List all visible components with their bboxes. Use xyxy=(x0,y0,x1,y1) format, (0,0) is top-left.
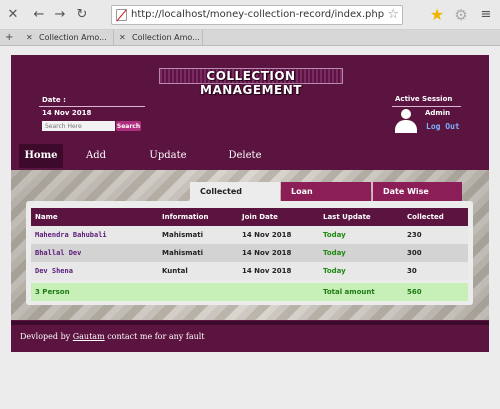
col-join-date-header: Join Date xyxy=(242,213,278,221)
collected-amount: 30 xyxy=(407,267,417,275)
nav-update-balance[interactable]: Update Balance xyxy=(130,144,206,185)
url-text[interactable]: http://localhost/money-collection-record… xyxy=(131,9,384,20)
col-name-header: Name xyxy=(35,213,58,221)
tab-label: Collection Amo... xyxy=(132,33,200,42)
last-update: Today xyxy=(323,249,346,257)
session-divider xyxy=(392,106,461,107)
back-arrow-icon[interactable]: ← xyxy=(30,6,48,24)
tab-collected[interactable]: Collected xyxy=(190,182,280,201)
search-button[interactable]: Search xyxy=(116,121,141,131)
date-divider xyxy=(39,106,145,107)
browser-toolbar: ✕ ← → ↻ http://localhost/money-collectio… xyxy=(0,0,500,30)
app-page: COLLECTION MANAGEMENT Date : 14 Nov 2018… xyxy=(11,55,489,352)
join-date: 14 Nov 2018 xyxy=(242,231,292,239)
person-count: 3 Person xyxy=(35,288,70,296)
current-date: 14 Nov 2018 xyxy=(42,109,92,117)
page-footer: Devloped by Gautam contact me for any fa… xyxy=(20,332,205,341)
reload-icon[interactable]: ↻ xyxy=(73,6,91,24)
tab-loan[interactable]: Loan xyxy=(281,182,371,201)
footer-divider xyxy=(11,321,489,325)
total-amount-label: Total amount xyxy=(323,288,375,296)
author-link[interactable]: Gautam xyxy=(73,332,105,341)
address-bar[interactable]: http://localhost/money-collection-record… xyxy=(111,5,403,25)
site-logo: COLLECTION MANAGEMENT xyxy=(159,68,343,97)
logout-link[interactable]: Log Out xyxy=(426,122,460,131)
insecure-page-icon xyxy=(116,9,127,21)
col-information-header: Information xyxy=(162,213,209,221)
tab-close-icon[interactable]: ✕ xyxy=(119,30,126,46)
table-header-row: Name Information Join Date Last Update C… xyxy=(31,208,468,226)
client-info: Mahismati xyxy=(162,249,204,257)
footer-suffix: contact me for any fault xyxy=(107,332,205,341)
tab-close-icon[interactable]: ✕ xyxy=(26,30,33,46)
client-info: Mahismati xyxy=(162,231,204,239)
nav-add-client[interactable]: Add Client xyxy=(70,144,122,185)
join-date: 14 Nov 2018 xyxy=(242,249,292,257)
nav-delete-client[interactable]: Delete Client xyxy=(214,144,276,185)
client-info: Kuntal xyxy=(162,267,188,275)
table-row: Mahendra Bahubali Mahismati 14 Nov 2018 … xyxy=(31,226,468,244)
table-footer-row: 3 Person Total amount 560 xyxy=(31,283,468,301)
tab-label: Collection Amo... xyxy=(39,33,107,42)
browser-tab[interactable]: ✕ Collection Amo... xyxy=(22,30,114,46)
menu-icon[interactable]: ≡ xyxy=(477,6,495,24)
forward-arrow-icon[interactable]: → xyxy=(51,6,69,24)
footer-prefix: Devloped by xyxy=(20,332,71,341)
table-row: Dev Shena Kuntal 14 Nov 2018 Today 30 xyxy=(31,262,468,280)
search-input[interactable] xyxy=(42,121,115,131)
admin-name: Admin xyxy=(425,109,451,117)
plus-icon: + xyxy=(5,32,14,43)
close-window-icon[interactable]: ✕ xyxy=(4,6,22,24)
browser-tab-bar: + ✕ Collection Amo... ✕ Collection Amo..… xyxy=(0,30,500,46)
favorites-star-icon[interactable]: ★ xyxy=(428,6,446,24)
bookmark-star-icon[interactable]: ☆ xyxy=(387,7,399,22)
user-avatar-icon xyxy=(395,109,417,133)
nav-home[interactable]: Home xyxy=(19,144,63,168)
table-row: Bhallal Dev Mahismati 14 Nov 2018 Today … xyxy=(31,244,468,262)
last-update: Today xyxy=(323,267,346,275)
join-date: 14 Nov 2018 xyxy=(242,267,292,275)
col-last-update-header: Last Update xyxy=(323,213,371,221)
total-amount: 560 xyxy=(407,288,422,296)
client-name-link[interactable]: Bhallal Dev xyxy=(35,244,81,262)
session-label: Active Session xyxy=(395,95,453,103)
settings-gear-icon[interactable]: ⚙ xyxy=(452,6,470,24)
client-name-link[interactable]: Dev Shena xyxy=(35,262,73,280)
collected-amount: 230 xyxy=(407,231,422,239)
col-collected-header: Collected xyxy=(407,213,444,221)
date-label: Date : xyxy=(42,96,66,104)
last-update: Today xyxy=(323,231,346,239)
collected-amount: 300 xyxy=(407,249,422,257)
client-name-link[interactable]: Mahendra Bahubali xyxy=(35,226,107,244)
browser-tab[interactable]: ✕ Collection Amo... xyxy=(115,30,203,46)
new-tab-button[interactable]: + xyxy=(0,30,18,46)
tab-date-wise[interactable]: Date Wise xyxy=(372,182,462,201)
